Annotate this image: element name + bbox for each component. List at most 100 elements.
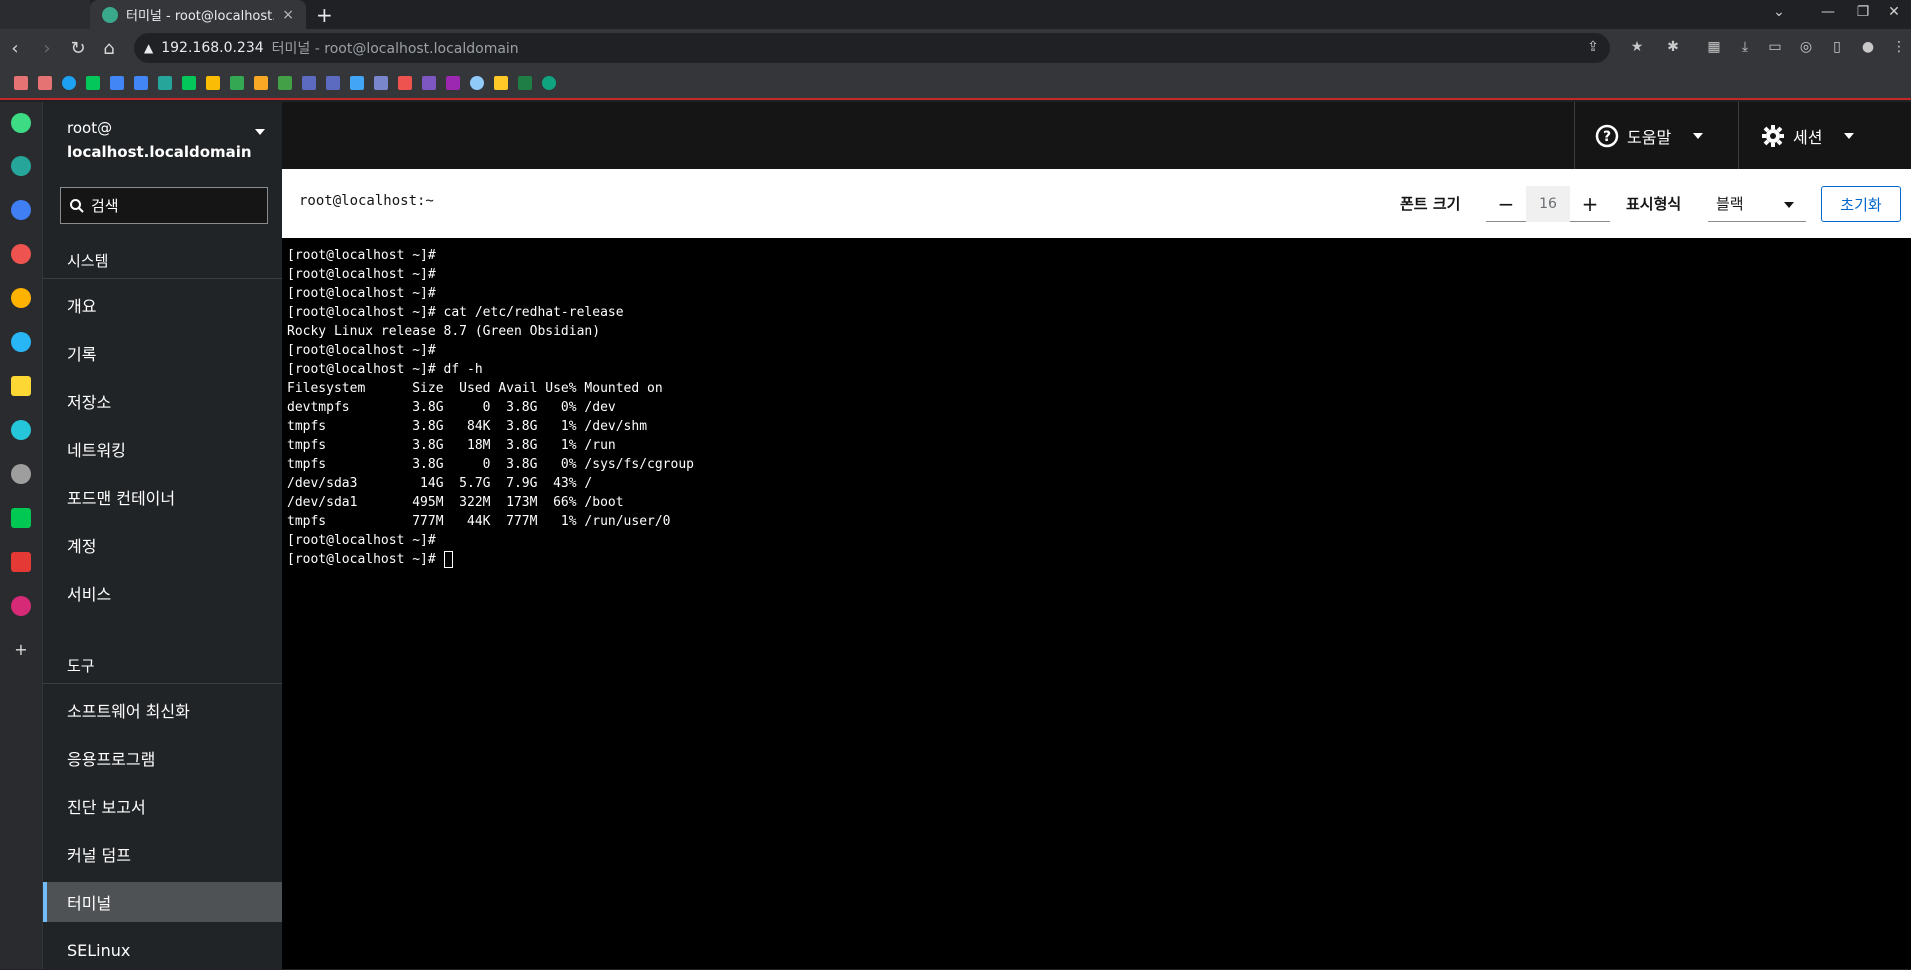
bookmark-folder-icon[interactable] — [398, 76, 412, 90]
sidebar-item-software-updates[interactable]: 소프트웨어 최신화 — [43, 690, 283, 730]
bookmark-naver-icon[interactable] — [182, 76, 196, 90]
session-menu-button[interactable]: 세션 — [1738, 102, 1911, 169]
gear-icon — [1762, 124, 1784, 147]
side-play-icon[interactable] — [11, 420, 31, 440]
bookmark-site-icon[interactable] — [158, 76, 172, 90]
font-size-value[interactable]: 16 — [1526, 186, 1570, 222]
close-window-icon[interactable]: ✕ — [1874, 0, 1911, 24]
terminal-line: Rocky Linux release 8.7 (Green Obsidian) — [287, 324, 601, 339]
sidebar-item-diagnostic-reports[interactable]: 진단 보고서 — [43, 786, 283, 826]
bookmark-onenote-icon[interactable] — [446, 76, 460, 90]
reload-icon[interactable]: ↻ — [66, 36, 90, 60]
profile-avatar[interactable]: ● — [1859, 38, 1877, 56]
bookmark-folder-icon[interactable] — [422, 76, 436, 90]
bookmark-folder-icon[interactable] — [14, 76, 28, 90]
bookmark-naver-icon[interactable] — [86, 76, 100, 90]
download-icon[interactable]: ⤓ — [1736, 38, 1754, 56]
side-app-icon[interactable] — [11, 464, 31, 484]
chevron-down-icon — [1844, 132, 1855, 139]
menu-kebab-icon[interactable]: ⋮ — [1890, 38, 1908, 56]
bookmark-folder-icon[interactable] — [38, 76, 52, 90]
sidebar-item-overview[interactable]: 개요 — [43, 285, 283, 325]
sidebar-item-logs[interactable]: 기록 — [43, 333, 283, 373]
side-app-icon[interactable] — [11, 508, 31, 528]
bookmark-folder-icon[interactable] — [302, 76, 316, 90]
terminal-line: tmpfs 3.8G 0 3.8G 0% /sys/fs/cgroup — [287, 457, 694, 472]
nav-section-tools: 도구 — [67, 657, 95, 675]
tab-title: 터미널 - root@localhost.localdomain — [126, 9, 274, 24]
bookmark-star-icon[interactable]: ★ — [1628, 38, 1646, 56]
bookmark-folder-icon[interactable] — [326, 76, 340, 90]
not-secure-icon[interactable]: ▲ — [144, 41, 153, 55]
bookmark-maps-icon[interactable] — [206, 76, 220, 90]
bookmark-folder-icon[interactable] — [254, 76, 268, 90]
terminal-line: [root@localhost ~]# — [287, 343, 436, 358]
host-selector[interactable]: root@ localhost.localdomain — [43, 102, 283, 166]
bookmark-site-icon[interactable] — [494, 76, 508, 90]
bookmark-excel-icon[interactable] — [518, 76, 532, 90]
tab-search-icon[interactable]: ⌄ — [1759, 0, 1799, 24]
extensions-icon[interactable]: ✱ — [1664, 38, 1682, 56]
decrease-font-button[interactable]: − — [1486, 186, 1526, 222]
bookmark-wordpress-icon[interactable] — [470, 76, 484, 90]
cockpit-favicon-icon — [102, 6, 118, 23]
screencast-icon[interactable]: ▭ — [1766, 38, 1784, 56]
sidebar-item-storage[interactable]: 저장소 — [43, 381, 283, 421]
side-app-icon[interactable] — [11, 113, 31, 133]
sidebar-toggle-icon[interactable]: ▯ — [1828, 38, 1846, 56]
address-page-title: 터미널 - root@localhost.localdomain — [271, 41, 519, 57]
bookmark-site-icon[interactable] — [230, 76, 244, 90]
terminal-line: [root@localhost ~]# — [287, 286, 436, 301]
browser-tab-pinned[interactable] — [0, 0, 90, 29]
address-bar[interactable]: ▲ 192.168.0.234 터미널 - root@localhost.loc… — [134, 33, 1610, 63]
reset-button[interactable]: 초기화 — [1821, 186, 1901, 222]
side-app-icon[interactable] — [11, 552, 31, 572]
sidebar-item-applications[interactable]: 응용프로그램 — [43, 738, 283, 778]
sidebar-item-services[interactable]: 서비스 — [43, 573, 283, 613]
sidebar-item-networking[interactable]: 네트워킹 — [43, 429, 283, 469]
bookmarks-bar — [0, 67, 1911, 100]
sidebar-item-accounts[interactable]: 계정 — [43, 525, 283, 565]
side-app-icon[interactable] — [11, 156, 31, 176]
bookmark-folder-icon[interactable] — [350, 76, 364, 90]
side-notes-icon[interactable] — [11, 376, 31, 396]
bookmark-translate-icon[interactable] — [134, 76, 148, 90]
flag-extension-icon[interactable]: ▦ — [1705, 38, 1723, 56]
side-pocket-icon[interactable] — [11, 244, 31, 264]
bookmark-chatgpt-icon[interactable] — [542, 76, 556, 90]
terminal-line: tmpfs 3.8G 18M 3.8G 1% /run — [287, 438, 616, 453]
sidebar-item-kernel-dump[interactable]: 커널 덤프 — [43, 834, 283, 874]
host-user: root@ — [67, 119, 113, 137]
side-instagram-icon[interactable] — [11, 596, 31, 616]
bookmark-calendar-icon[interactable] — [110, 76, 124, 90]
terminal-line: [root@localhost ~]# df -h — [287, 362, 483, 377]
side-star-icon[interactable] — [11, 288, 31, 308]
bookmark-twitter-icon[interactable] — [62, 76, 76, 90]
screenshot-icon[interactable]: ◎ — [1797, 38, 1815, 56]
sidebar-item-terminal[interactable]: 터미널 — [43, 882, 283, 922]
terminal-line: [root@localhost ~]# — [287, 533, 436, 548]
minimize-icon[interactable]: — — [1808, 0, 1848, 24]
appearance-select[interactable]: 블랙 — [1708, 186, 1806, 222]
close-tab-icon[interactable]: × — [282, 7, 294, 23]
home-icon[interactable]: ⌂ — [97, 36, 121, 60]
increase-font-button[interactable]: + — [1570, 186, 1610, 222]
side-add-icon[interactable]: + — [11, 640, 31, 660]
forward-icon[interactable]: › — [35, 36, 59, 60]
terminal-screen[interactable]: [root@localhost ~]# [root@localhost ~]# … — [282, 238, 1911, 969]
side-app-icon[interactable] — [11, 332, 31, 352]
search-input[interactable]: 검색 — [60, 187, 268, 224]
new-tab-button[interactable]: + — [316, 3, 333, 27]
appearance-value: 블랙 — [1716, 195, 1744, 213]
browser-tab-active[interactable]: 터미널 - root@localhost.localdomain × — [90, 0, 306, 29]
bookmark-folder-icon[interactable] — [374, 76, 388, 90]
session-label: 세션 — [1793, 127, 1823, 147]
bookmark-folder-icon[interactable] — [278, 76, 292, 90]
side-app-icon[interactable] — [11, 200, 31, 220]
terminal-line: [root@localhost ~]# — [287, 267, 436, 282]
share-icon[interactable]: ⇪ — [1584, 38, 1602, 56]
sidebar-item-selinux[interactable]: SELinux — [43, 930, 283, 970]
back-icon[interactable]: ‹ — [3, 36, 27, 60]
sidebar-item-podman[interactable]: 포드맨 컨테이너 — [43, 477, 283, 517]
help-menu-button[interactable]: ? 도움말 — [1574, 102, 1722, 169]
